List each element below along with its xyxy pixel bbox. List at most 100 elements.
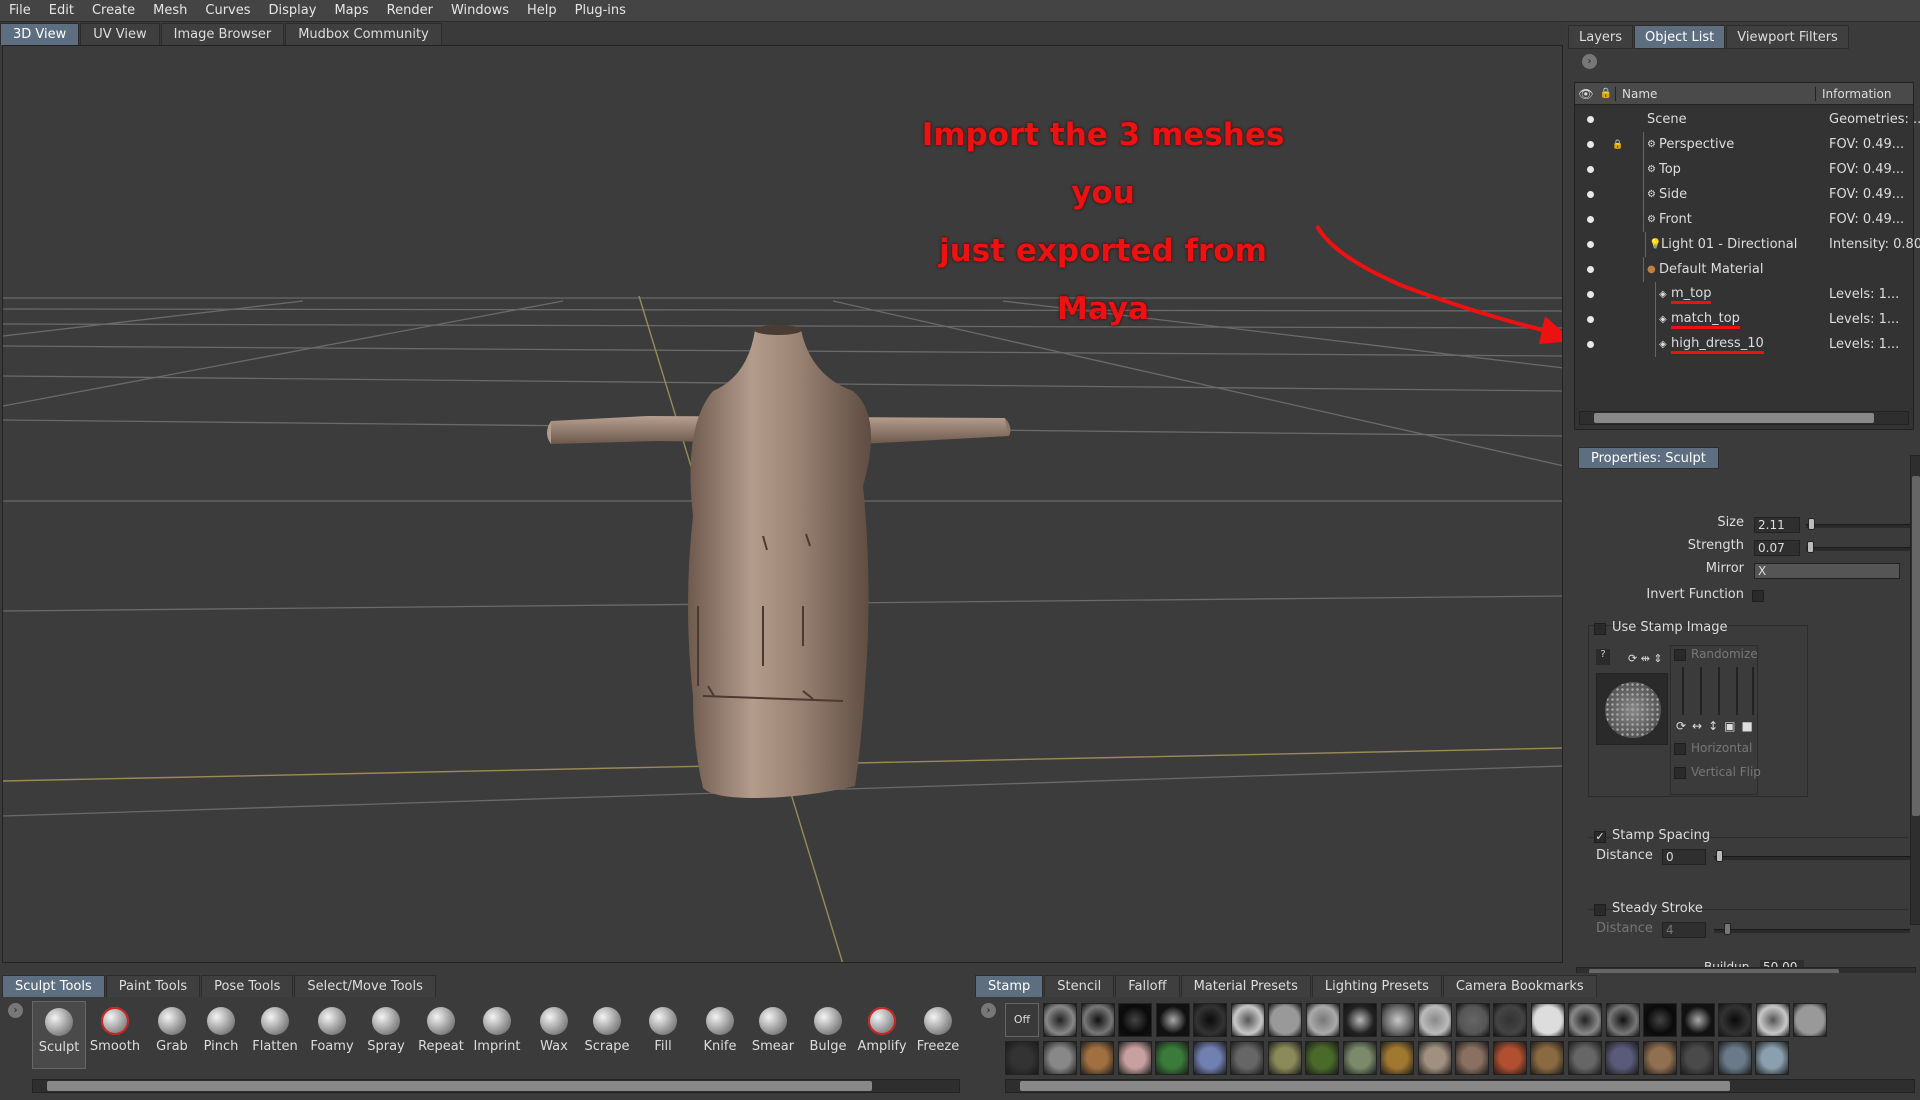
stamp-thumbnail[interactable]: [1717, 1041, 1752, 1075]
object-list-row[interactable]: ◈ high_dress_10 Levels: 1...: [1575, 332, 1913, 357]
stamp-off-button[interactable]: Off: [1005, 1003, 1039, 1037]
strength-field[interactable]: 0.07: [1754, 540, 1800, 556]
randomize-icons[interactable]: ⟳↔↕▣■: [1676, 719, 1759, 733]
object-list-row[interactable]: ⚙ Top FOV: 0.49...: [1575, 157, 1913, 182]
steady-distance-field[interactable]: 4: [1662, 922, 1706, 938]
menu-display[interactable]: Display: [260, 0, 326, 22]
tool-spray[interactable]: Spray: [359, 1001, 413, 1054]
visibility-dot-icon[interactable]: [1587, 266, 1594, 273]
vertical-flip-checkbox[interactable]: [1674, 767, 1686, 779]
visibility-dot-icon[interactable]: [1587, 341, 1594, 348]
tab-stamp[interactable]: Stamp: [975, 975, 1044, 997]
distance-field[interactable]: 0: [1662, 849, 1706, 865]
tab-material-presets[interactable]: Material Presets: [1180, 975, 1311, 997]
menu-render[interactable]: Render: [378, 0, 442, 22]
randomize-checkbox[interactable]: [1674, 649, 1686, 661]
tab-uv-view[interactable]: UV View: [80, 23, 160, 45]
stamp-thumbnail[interactable]: [1305, 1041, 1339, 1075]
stamp-thumbnail[interactable]: [1193, 1003, 1227, 1037]
properties-vscroll[interactable]: [1910, 455, 1920, 925]
panel-collapse-icon[interactable]: ›: [1582, 54, 1597, 69]
stamp-thumbnail[interactable]: [1043, 1003, 1077, 1037]
object-list-row[interactable]: Scene Geometries: ...: [1575, 107, 1920, 132]
stamp-thumbnail[interactable]: [1755, 1003, 1790, 1037]
tab-paint-tools[interactable]: Paint Tools: [105, 975, 201, 997]
size-slider[interactable]: [1806, 524, 1914, 528]
stamp-preview[interactable]: [1596, 673, 1668, 745]
distance-slider[interactable]: [1714, 856, 1910, 860]
object-list-row[interactable]: 🔒 ⚙ Perspective FOV: 0.49...: [1575, 132, 1913, 157]
stamp-thumbnail[interactable]: [1793, 1003, 1827, 1037]
stamp-thumbnail[interactable]: [1568, 1003, 1602, 1037]
stamp-thumbnail[interactable]: [1530, 1041, 1564, 1075]
tool-foamy[interactable]: Foamy: [305, 1001, 359, 1054]
stamp-thumbnail[interactable]: [1380, 1003, 1415, 1037]
tool-scrape[interactable]: Scrape: [580, 1001, 634, 1054]
stamp-thumbnail[interactable]: [1155, 1003, 1190, 1037]
stamp-thumbnail[interactable]: [1605, 1041, 1639, 1075]
stamp-thumbnail[interactable]: [1680, 1003, 1715, 1037]
stamp-thumbnail[interactable]: [1005, 1041, 1039, 1075]
stamp-thumbnail[interactable]: [1493, 1003, 1527, 1037]
object-list-row[interactable]: ◈ match_top Levels: 1...: [1575, 307, 1913, 332]
steady-distance-slider-handle[interactable]: [1724, 923, 1731, 935]
tab-layers[interactable]: Layers: [1568, 25, 1634, 49]
tool-knife[interactable]: Knife: [693, 1001, 747, 1054]
menu-mesh[interactable]: Mesh: [144, 0, 196, 22]
tool-flatten[interactable]: Flatten: [248, 1001, 302, 1054]
menu-maps[interactable]: Maps: [325, 0, 377, 22]
tool-wax[interactable]: Wax: [527, 1001, 581, 1054]
stamp-thumbnail[interactable]: [1417, 1041, 1452, 1075]
stamp-thumbnail[interactable]: [1718, 1003, 1752, 1037]
stamp-thumbnail[interactable]: [1643, 1003, 1677, 1037]
tools-hscroll-thumb[interactable]: [47, 1081, 872, 1091]
stamp-thumbnail[interactable]: [1305, 1003, 1340, 1037]
stamp-hscroll[interactable]: [1005, 1079, 1915, 1093]
object-list-row[interactable]: ⚙ Front FOV: 0.49...: [1575, 207, 1913, 232]
menu-curves[interactable]: Curves: [196, 0, 259, 22]
menu-edit[interactable]: Edit: [40, 0, 83, 22]
stamp-thumbnail[interactable]: [1605, 1003, 1640, 1037]
stamp-thumbnail[interactable]: [1530, 1003, 1565, 1037]
stamp-hscroll-thumb[interactable]: [1020, 1081, 1730, 1091]
name-column-header[interactable]: Name: [1615, 86, 1815, 101]
tool-repeat[interactable]: Repeat: [414, 1001, 468, 1054]
menu-help[interactable]: Help: [518, 0, 566, 22]
tab-pose-tools[interactable]: Pose Tools: [201, 975, 294, 997]
stamp-help-icon[interactable]: ?: [1596, 649, 1610, 665]
properties-vscroll-thumb[interactable]: [1912, 476, 1920, 816]
visibility-dot-icon[interactable]: [1587, 216, 1594, 223]
steady-distance-slider[interactable]: [1714, 929, 1910, 933]
tools-hscroll[interactable]: [32, 1079, 960, 1093]
tab-viewport-filters[interactable]: Viewport Filters: [1726, 25, 1849, 49]
info-column-header[interactable]: Information: [1815, 86, 1891, 101]
menu-file[interactable]: File: [0, 0, 40, 22]
stamp-thumbnail[interactable]: [1455, 1041, 1489, 1075]
stamp-thumbnail[interactable]: [1492, 1041, 1527, 1075]
stamp-thumbnail[interactable]: [1118, 1003, 1152, 1037]
stamp-spacing-checkbox[interactable]: ✓: [1594, 831, 1606, 843]
stamp-thumbnail[interactable]: [1117, 1041, 1152, 1075]
stamp-thumbnail[interactable]: [1155, 1041, 1189, 1075]
stamp-thumbnail[interactable]: [1042, 1041, 1077, 1075]
visibility-dot-icon[interactable]: [1587, 116, 1594, 123]
stamp-thumbnail[interactable]: [1080, 1041, 1114, 1075]
menu-create[interactable]: Create: [83, 0, 144, 22]
tool-pinch[interactable]: Pinch: [194, 1001, 248, 1054]
visibility-dot-icon[interactable]: [1587, 191, 1594, 198]
3d-viewport[interactable]: Import the 3 meshes you just exported fr…: [2, 45, 1563, 963]
tool-imprint[interactable]: Imprint: [470, 1001, 524, 1054]
tool-smooth[interactable]: Smooth: [88, 1001, 142, 1054]
tab-falloff[interactable]: Falloff: [1115, 975, 1180, 997]
stamp-tray-collapse-icon[interactable]: ›: [981, 1003, 996, 1018]
tab-lighting-presets[interactable]: Lighting Presets: [1311, 975, 1442, 997]
stamp-rotate-icon[interactable]: ⟳ ⇹ ⇕: [1628, 652, 1663, 665]
tool-smear[interactable]: Smear: [746, 1001, 800, 1054]
stamp-thumbnail[interactable]: [1342, 1041, 1377, 1075]
stamp-thumbnail[interactable]: [1267, 1041, 1302, 1075]
tool-bulge[interactable]: Bulge: [801, 1001, 855, 1054]
mirror-select[interactable]: X: [1754, 563, 1900, 579]
lock-column-icon[interactable]: 🔒: [1597, 88, 1615, 99]
stamp-thumbnail[interactable]: [1192, 1041, 1227, 1075]
lock-icon[interactable]: 🔒: [1612, 140, 1623, 150]
